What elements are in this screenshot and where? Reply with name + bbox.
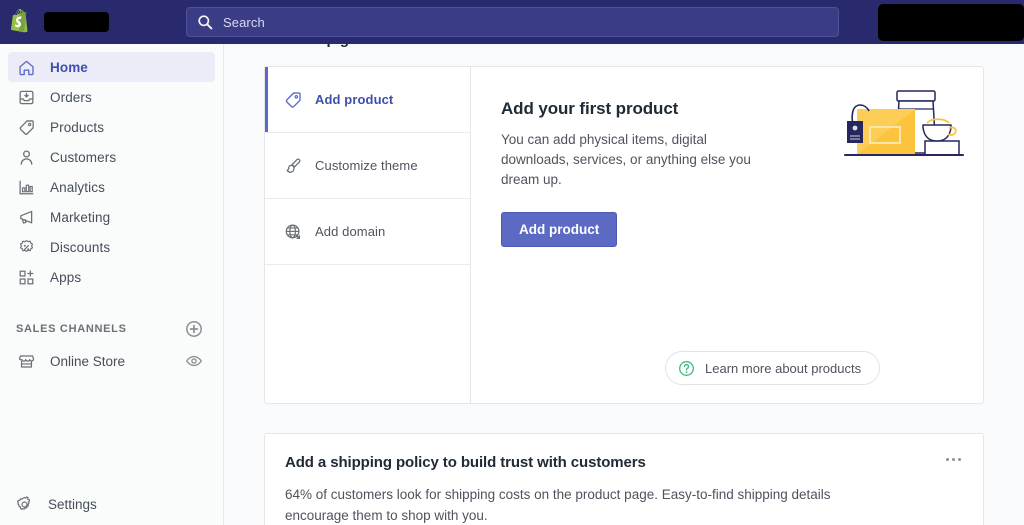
search-icon bbox=[197, 14, 213, 30]
clipped-heading-text: Setup guide bbox=[294, 44, 380, 48]
add-product-button[interactable]: Add product bbox=[501, 212, 618, 247]
sidebar-item-discounts[interactable]: Discounts bbox=[8, 232, 215, 262]
setup-task-customize-theme[interactable]: Customize theme bbox=[265, 133, 470, 199]
account-menu-redacted[interactable] bbox=[878, 4, 1024, 41]
eye-icon[interactable] bbox=[185, 352, 203, 370]
sidebar-item-online-store[interactable]: Online Store bbox=[8, 346, 215, 376]
setup-task-list: Add product Customize theme Add domain bbox=[265, 67, 471, 403]
sidebar-item-customers[interactable]: Customers bbox=[8, 142, 215, 172]
shipping-policy-card: Add a shipping policy to build trust wit… bbox=[264, 433, 984, 525]
setup-task-label: Customize theme bbox=[315, 158, 418, 173]
sidebar-item-label: Customers bbox=[50, 149, 117, 165]
paintbrush-icon bbox=[283, 156, 303, 176]
setup-task-add-product[interactable]: Add product bbox=[265, 67, 470, 133]
sidebar-item-marketing[interactable]: Marketing bbox=[8, 202, 215, 232]
storefront-icon bbox=[16, 351, 36, 371]
tag-icon bbox=[16, 117, 36, 137]
detail-body-text: You can add physical items, digital down… bbox=[501, 132, 751, 187]
setup-task-detail-panel: Add your first product You can add physi… bbox=[471, 67, 983, 403]
settings-label: Settings bbox=[48, 496, 97, 512]
setup-task-add-domain[interactable]: Add domain bbox=[265, 199, 470, 265]
product-bag-jar-cup-illustration bbox=[839, 83, 969, 183]
search-placeholder-text: Search bbox=[223, 14, 265, 30]
shopify-bag-logo[interactable] bbox=[10, 9, 32, 35]
sidebar-item-home[interactable]: Home bbox=[8, 52, 215, 82]
person-icon bbox=[16, 147, 36, 167]
search-input[interactable]: Search bbox=[186, 7, 839, 37]
kebab-menu-icon[interactable] bbox=[939, 448, 967, 470]
globe-icon bbox=[283, 222, 303, 242]
store-name-redacted[interactable] bbox=[44, 12, 109, 32]
sidebar-item-label: Analytics bbox=[50, 179, 105, 195]
shipping-card-title: Add a shipping policy to build trust wit… bbox=[285, 454, 646, 471]
sidebar-item-label: Discounts bbox=[50, 239, 111, 255]
sidebar-item-analytics[interactable]: Analytics bbox=[8, 172, 215, 202]
sidebar-item-apps[interactable]: Apps bbox=[8, 262, 215, 292]
home-icon bbox=[16, 57, 36, 77]
sidebar-item-label: Home bbox=[50, 59, 88, 75]
sidebar-item-settings[interactable]: Settings bbox=[0, 483, 224, 525]
sidebar-item-orders[interactable]: Orders bbox=[8, 82, 215, 112]
orders-inbox-icon bbox=[16, 87, 36, 107]
top-bar: Search bbox=[0, 0, 1024, 44]
channel-label: Online Store bbox=[50, 353, 126, 369]
apps-grid-plus-icon bbox=[16, 267, 36, 287]
setup-task-label: Add domain bbox=[315, 224, 386, 239]
sidebar-item-label: Products bbox=[50, 119, 105, 135]
sidebar-item-label: Marketing bbox=[50, 209, 111, 225]
clipped-section-heading: Setup guide bbox=[224, 44, 1024, 49]
learn-more-about-products-button[interactable]: Learn more about products bbox=[665, 351, 881, 385]
sidebar-item-label: Apps bbox=[50, 269, 82, 285]
sidebar: Home Orders Products Customers Analytics… bbox=[0, 44, 224, 525]
learn-more-label: Learn more about products bbox=[705, 360, 862, 376]
bar-chart-icon bbox=[16, 177, 36, 197]
tag-icon bbox=[283, 90, 303, 110]
percent-badge-icon bbox=[16, 237, 36, 257]
setup-guide-card: Add product Customize theme Add domain A… bbox=[264, 66, 984, 404]
shipping-card-body: 64% of customers look for shipping costs… bbox=[285, 487, 831, 523]
plus-circle-icon[interactable] bbox=[185, 320, 203, 338]
gear-icon bbox=[14, 494, 34, 514]
task-list-filler bbox=[265, 265, 470, 405]
megaphone-icon bbox=[16, 207, 36, 227]
sidebar-item-products[interactable]: Products bbox=[8, 112, 215, 142]
sales-channels-header: SALES CHANNELS bbox=[16, 316, 215, 342]
question-circle-icon bbox=[678, 360, 695, 377]
main-content: Setup guide Add product bbox=[224, 44, 1024, 525]
sidebar-item-label: Orders bbox=[50, 89, 92, 105]
sales-channels-title: SALES CHANNELS bbox=[16, 323, 127, 335]
setup-task-label: Add product bbox=[315, 92, 394, 107]
primary-navigation: Home Orders Products Customers Analytics… bbox=[0, 44, 223, 292]
